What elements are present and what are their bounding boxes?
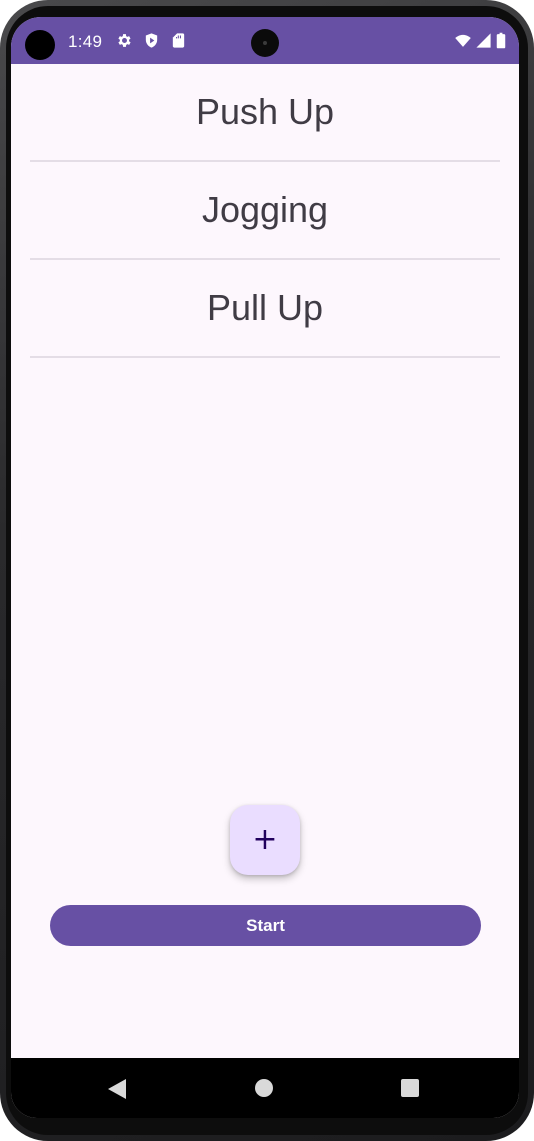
exercise-label: Pull Up <box>206 287 324 328</box>
punch-hole-left <box>25 30 55 60</box>
front-camera <box>251 29 279 57</box>
battery-icon <box>496 32 506 49</box>
back-icon[interactable] <box>107 1078 127 1100</box>
screen: 1:49 Push Up Jogging Pull Up + Start <box>11 17 519 1118</box>
sd-card-icon <box>172 33 185 48</box>
exercise-label: Push Up <box>195 91 335 132</box>
exercise-item-push-up[interactable]: Push Up <box>30 64 500 162</box>
gear-icon <box>118 34 131 47</box>
exercise-item-pull-up[interactable]: Pull Up <box>30 260 500 358</box>
recents-icon[interactable] <box>401 1079 419 1097</box>
navigation-bar <box>11 1058 519 1118</box>
signal-icon <box>476 33 491 48</box>
exercise-label: Jogging <box>201 189 329 230</box>
home-icon[interactable] <box>255 1079 273 1097</box>
plus-icon: + <box>252 822 278 857</box>
status-time: 1:49 <box>68 32 103 51</box>
camera-lens <box>263 41 267 45</box>
phone-frame: 1:49 Push Up Jogging Pull Up + Start <box>0 0 534 1141</box>
start-button[interactable]: Start <box>50 905 481 946</box>
exercise-list: Push Up Jogging Pull Up <box>11 64 519 358</box>
exercise-item-jogging[interactable]: Jogging <box>30 162 500 260</box>
shield-play-icon <box>145 33 158 48</box>
add-exercise-button[interactable]: + <box>230 805 300 875</box>
start-button-label: Start <box>246 915 285 935</box>
status-bar: 1:49 <box>11 17 519 64</box>
wifi-icon <box>455 34 471 47</box>
